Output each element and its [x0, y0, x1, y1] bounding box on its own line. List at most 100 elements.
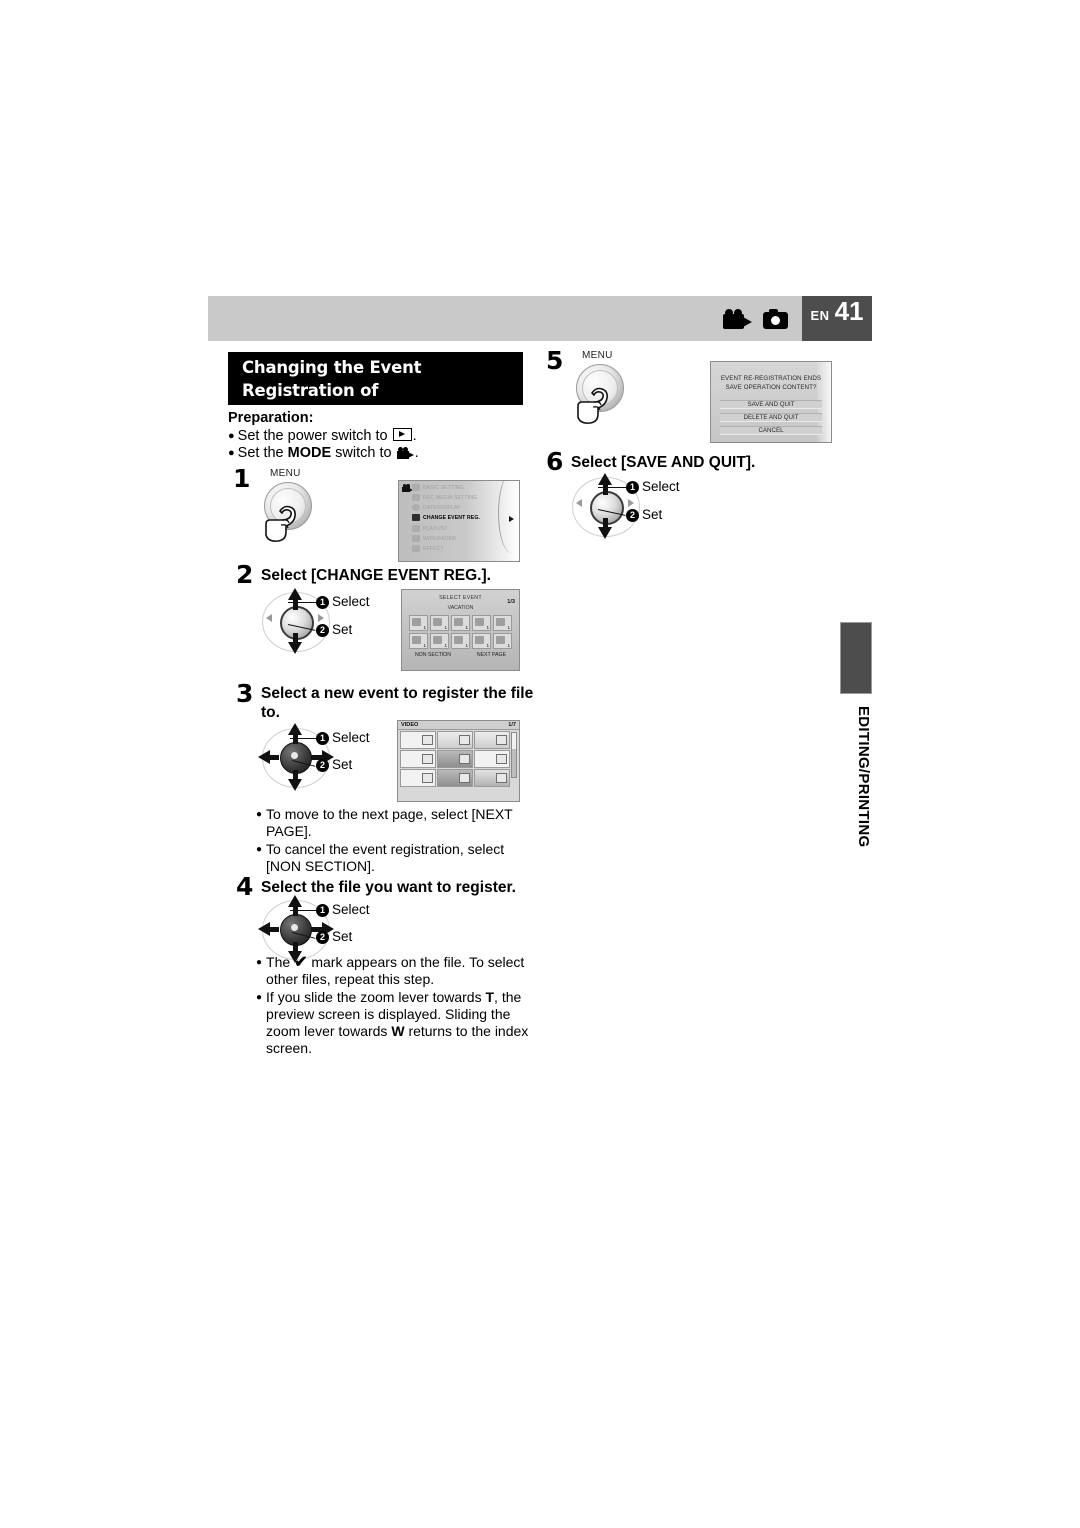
video-thumbnail[interactable]	[400, 750, 436, 768]
event-tag-icon	[422, 773, 433, 783]
menu-item-label: CHANGE EVENT REG.	[423, 514, 481, 521]
chevron-right-icon	[509, 516, 514, 522]
event-cell[interactable]: 1	[409, 633, 428, 649]
next-page-button[interactable]: NEXT PAGE	[477, 652, 506, 658]
set-text: Set	[332, 929, 353, 944]
menu-item-label: WIPE/FADER	[423, 535, 456, 542]
event-cell[interactable]: 1	[451, 633, 470, 649]
step-6-select-label: 1 Select	[626, 479, 680, 495]
joystick-arrow-down-icon	[598, 527, 612, 539]
video-thumbnail[interactable]	[400, 731, 436, 749]
video-thumbnail-grid	[400, 731, 510, 787]
section-title: Changing the Event Registration of Video…	[228, 352, 523, 423]
dialog-option-save-and-quit[interactable]: SAVE AND QUIT	[720, 400, 822, 409]
step-4-number: 4	[236, 872, 254, 901]
note-line: mark appears on the file. To select	[311, 954, 525, 970]
step-2-number: 2	[236, 560, 254, 589]
video-thumbnail[interactable]	[400, 769, 436, 787]
video-thumbnail[interactable]	[474, 731, 510, 749]
menu-item-effect[interactable]: EFFECT	[412, 545, 444, 552]
event-tag-icon	[422, 754, 433, 764]
chapter-tab-label: EDITING/PRINTING	[855, 706, 872, 848]
bullet-dot-icon: ●	[228, 447, 235, 459]
video-scrollbar-thumb[interactable]	[512, 733, 516, 749]
menu-button-label: MENU	[582, 350, 613, 361]
note-line: , the	[494, 989, 522, 1005]
step-3-heading: Select a new event to register the file …	[261, 684, 541, 722]
step-6-heading: Select [SAVE AND QUIT].	[571, 454, 756, 471]
event-cell[interactable]: 1	[430, 633, 449, 649]
video-thumbnail[interactable]	[437, 769, 473, 787]
menu-item-change-event-reg[interactable]: CHANGE EVENT REG.	[412, 514, 480, 521]
menu-screen: BASIC SETTING REC MEDIA SETTING DATE/DIS…	[398, 480, 520, 562]
menu-item-label: PLAYLIST	[423, 525, 448, 532]
joystick-arrow-down-icon	[288, 642, 302, 654]
preparation-bullet-1: ● Set the power switch to .	[228, 428, 528, 445]
menu-button-label: MENU	[270, 468, 301, 479]
note-item: ● If you slide the zoom lever towards T,…	[256, 989, 531, 1057]
step-5-menu-button-illustration: MENU	[570, 350, 646, 428]
video-thumbnail[interactable]	[437, 731, 473, 749]
event-cell[interactable]: 1	[493, 615, 512, 631]
note-line: The	[266, 954, 291, 970]
bullet-dot-icon: ●	[256, 957, 263, 968]
note-line: other files, repeat this step.	[266, 971, 435, 987]
video-thumbnail[interactable]	[474, 769, 510, 787]
step-4-set-label: 2 Set	[316, 929, 352, 945]
menu-item-date-display[interactable]: DATE/DISPLAY	[412, 504, 461, 511]
media-icon	[412, 494, 420, 501]
section-title-line1: Changing the Event Registration of	[242, 358, 422, 400]
video-thumbnail[interactable]	[474, 750, 510, 768]
menu-item-playlist[interactable]: PLAYLIST	[412, 525, 448, 532]
event-tag-icon	[496, 773, 507, 783]
event-count: 1	[507, 643, 510, 648]
play-mode-icon	[392, 428, 412, 441]
prep-b2-mid: switch to	[335, 445, 392, 461]
chapter-tab-marker	[840, 622, 872, 694]
note-item: ● To cancel the event registration, sele…	[256, 841, 526, 875]
dialog-option-delete-and-quit[interactable]: DELETE AND QUIT	[720, 413, 822, 422]
event-cell[interactable]: 1	[472, 633, 491, 649]
video-scrollbar[interactable]	[511, 732, 517, 778]
joystick-arrow-right-icon	[628, 499, 634, 507]
step-2-heading: Select [CHANGE EVENT REG.].	[261, 567, 491, 584]
wipe-fader-icon	[412, 535, 420, 542]
prep-b2-text: Set the	[237, 445, 284, 461]
joystick-arrow-left-icon	[258, 922, 270, 936]
event-cell[interactable]: 1	[430, 615, 449, 631]
event-thumb-icon	[433, 636, 442, 644]
step-1-number: 1	[233, 464, 251, 493]
menu-item-rec-media-setting[interactable]: REC MEDIA SETTING	[412, 494, 477, 501]
video-index-screen: VIDEO 1/7	[397, 720, 520, 802]
joystick-arrow-up-icon	[598, 473, 612, 485]
dialog-option-cancel[interactable]: CANCEL	[720, 426, 822, 435]
select-event-title: SELECT EVENT	[439, 595, 482, 601]
non-section-button[interactable]: NON SECTION	[415, 652, 451, 658]
select-text: Select	[332, 730, 370, 745]
event-cell[interactable]: 1	[493, 633, 512, 649]
event-count: 1	[465, 625, 468, 630]
step-5-number: 5	[546, 346, 564, 375]
event-cell[interactable]: 1	[472, 615, 491, 631]
joystick-arrow-left-icon	[258, 750, 270, 764]
badge-2: 2	[626, 508, 639, 522]
event-thumb-icon	[475, 618, 484, 626]
video-thumbnail[interactable]	[437, 750, 473, 768]
menu-item-label: DATE/DISPLAY	[423, 504, 461, 511]
menu-item-wipe-fader[interactable]: WIPE/FADER	[412, 535, 456, 542]
bullet-dot-icon: ●	[228, 430, 235, 442]
menu-item-basic-setting[interactable]: BASIC SETTING	[412, 484, 464, 491]
event-thumb-icon	[433, 618, 442, 626]
event-count: 1	[423, 625, 426, 630]
event-tag-icon	[422, 735, 433, 745]
note-line: PAGE].	[266, 823, 312, 839]
event-tag-icon	[459, 754, 470, 764]
event-cell[interactable]: 1	[451, 615, 470, 631]
event-cell[interactable]: 1	[409, 615, 428, 631]
event-tag-icon	[496, 754, 507, 764]
event-tag-icon	[459, 735, 470, 745]
event-icon	[412, 514, 420, 521]
dialog-line-1: EVENT RE-REGISTRATION ENDS	[720, 375, 822, 382]
video-screen-title: VIDEO	[401, 722, 419, 728]
select-text: Select	[332, 594, 370, 609]
